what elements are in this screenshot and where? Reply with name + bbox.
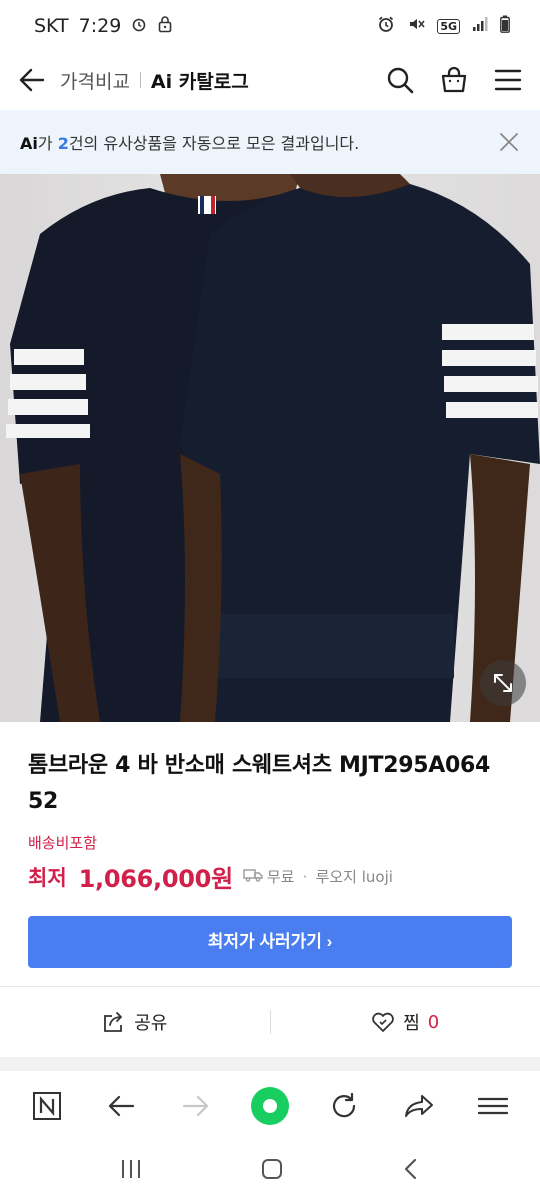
notice-prefix: 가 xyxy=(37,134,58,153)
browser-share-button[interactable] xyxy=(399,1086,439,1126)
home-button[interactable] xyxy=(250,1086,290,1126)
search-button[interactable] xyxy=(386,66,414,94)
app-header: 가격비교 Ai 카탈로그 xyxy=(0,52,540,108)
mute-icon xyxy=(407,15,425,38)
header-actions xyxy=(386,66,522,94)
brand-title[interactable]: 가격비교 Ai 카탈로그 xyxy=(60,67,249,94)
naver-n-icon xyxy=(33,1092,62,1120)
alarm-status-icon xyxy=(131,15,147,37)
notice-count: 2 xyxy=(57,134,69,153)
share-label: 공유 xyxy=(134,1013,168,1034)
home-system-button[interactable] xyxy=(260,1157,284,1185)
back-button[interactable] xyxy=(18,66,46,94)
notice-suffix: 건의 유사상품을 자동으로 모은 결과입니다. xyxy=(68,134,360,153)
product-title: 톰브라운 4 바 반소매 스웨트셔츠 MJT295A064 52 xyxy=(28,748,512,820)
recent-apps-icon xyxy=(121,1159,140,1178)
product-photo-illustration xyxy=(6,174,540,722)
clock: 7:29 xyxy=(78,15,122,37)
share-button[interactable]: 공유 xyxy=(0,987,270,1057)
status-bar: SKT 7:29 5G xyxy=(0,0,540,52)
price-compare-label[interactable]: 가격비교 xyxy=(60,67,130,94)
arrow-left-icon xyxy=(109,1095,135,1117)
expand-icon xyxy=(494,674,512,692)
free-shipping: 무료 xyxy=(243,866,295,887)
refresh-icon xyxy=(333,1092,356,1118)
signal-icon xyxy=(472,15,488,37)
heart-icon xyxy=(372,1012,395,1032)
naver-button[interactable] xyxy=(27,1086,67,1126)
brand-divider xyxy=(139,72,141,88)
home-square-icon xyxy=(261,1158,282,1179)
action-row: 공유 찜 0 xyxy=(0,987,540,1057)
wish-label: 찜 xyxy=(403,1013,420,1034)
arrow-right-icon xyxy=(182,1095,208,1117)
price-row: 최저 1,066,000원 무료 · 루오지 luoji xyxy=(28,859,512,894)
product-image[interactable] xyxy=(0,174,540,722)
status-left: SKT 7:29 xyxy=(34,15,173,38)
wish-count: 0 xyxy=(427,1011,440,1033)
browser-toolbar xyxy=(0,1071,540,1141)
expand-image-button[interactable] xyxy=(480,660,526,706)
refresh-button[interactable] xyxy=(324,1086,364,1126)
menu-icon xyxy=(477,1097,508,1115)
alarm-clock-icon xyxy=(377,15,395,38)
notice-text: Ai가 2건의 유사상품을 자동으로 모은 결과입니다. xyxy=(20,130,359,154)
browser-back-button[interactable] xyxy=(101,1086,141,1126)
battery-icon xyxy=(500,15,510,38)
notice-close-button[interactable] xyxy=(498,131,520,153)
browser-forward-button[interactable] xyxy=(176,1086,216,1126)
browser-menu-button[interactable] xyxy=(473,1086,513,1126)
dot-separator: · xyxy=(302,867,308,886)
shipping-note: 배송비포함 xyxy=(28,834,98,852)
back-system-button[interactable] xyxy=(401,1157,421,1185)
gray-band xyxy=(0,1057,540,1071)
ai-catalog-label[interactable]: Ai 카탈로그 xyxy=(151,67,249,94)
status-right: 5G xyxy=(377,15,510,38)
lock-status-icon xyxy=(157,15,173,38)
menu-button[interactable] xyxy=(494,66,522,94)
cart-icon xyxy=(441,66,467,93)
share-arrow-icon xyxy=(404,1095,433,1117)
network-5g-icon: 5G xyxy=(437,18,460,34)
price-value: 1,066,000원 xyxy=(78,865,234,893)
product-title-line1: 톰브라운 4 바 반소매 스웨트셔츠 MJT295A064 xyxy=(28,753,490,778)
free-shipping-label: 무료 xyxy=(266,868,295,886)
green-dot-icon xyxy=(250,1087,289,1125)
cart-button[interactable] xyxy=(440,66,468,94)
truck-icon xyxy=(243,868,263,886)
buy-lowest-price-button[interactable]: 최저가 사러가기 › xyxy=(28,916,512,968)
share-icon xyxy=(104,1012,123,1032)
carrier-label: SKT xyxy=(34,15,69,37)
ai-notice-banner: Ai가 2건의 유사상품을 자동으로 모은 결과입니다. xyxy=(0,110,540,174)
hamburger-icon xyxy=(494,69,522,91)
seller-name[interactable]: 루오지 luoji xyxy=(316,866,393,887)
wish-button[interactable]: 찜 0 xyxy=(271,987,540,1057)
close-icon xyxy=(500,133,518,151)
product-title-line2: 52 xyxy=(28,789,59,814)
recent-apps-button[interactable] xyxy=(119,1158,143,1184)
notice-ai-mark: Ai xyxy=(20,134,38,153)
chevron-left-icon xyxy=(405,1158,417,1179)
price-label: 최저 xyxy=(28,865,67,890)
product-info: 톰브라운 4 바 반소매 스웨트셔츠 MJT295A064 52 배송비포함 최… xyxy=(0,722,540,968)
search-icon xyxy=(387,67,414,94)
system-navigation xyxy=(0,1141,540,1200)
arrow-left-icon xyxy=(19,68,45,92)
